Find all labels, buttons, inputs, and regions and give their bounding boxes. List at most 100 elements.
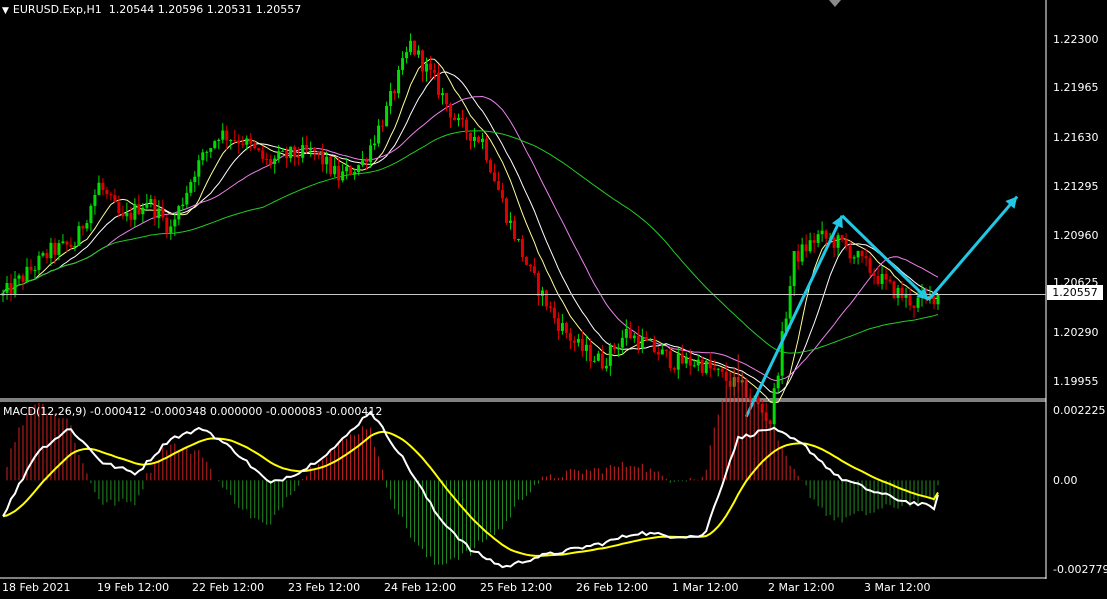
candle-body	[137, 204, 141, 215]
candle-body	[896, 287, 900, 299]
candle-body	[233, 140, 237, 142]
candle-body	[441, 93, 445, 96]
candle-body	[301, 144, 305, 158]
candle-body	[161, 208, 165, 218]
candle-body	[13, 278, 17, 294]
candle-body	[572, 340, 576, 343]
candle-body	[652, 339, 656, 352]
candle-body	[33, 269, 37, 271]
candle-body	[600, 353, 604, 369]
candle-body	[217, 139, 221, 142]
trading-chart[interactable]: ▼ EURUSD.Exp,H1 1.20544 1.20596 1.20531 1…	[0, 0, 1107, 599]
candle-body	[584, 344, 588, 351]
candle-body	[401, 58, 405, 70]
candle-body	[484, 138, 488, 161]
candle-body	[892, 281, 896, 299]
candle-body	[345, 166, 349, 172]
candle-body	[293, 146, 297, 157]
candle-body	[165, 217, 169, 233]
candle-body	[604, 365, 608, 369]
candle-body	[129, 212, 133, 220]
candle-body	[397, 69, 401, 94]
candle-body	[37, 255, 41, 270]
time-axis-tick: 24 Feb 12:00	[384, 581, 457, 594]
candle-body	[409, 40, 413, 53]
candle-body	[93, 194, 97, 206]
candle-body	[812, 240, 816, 243]
candle-body	[189, 181, 193, 193]
price-axis-tick: 1.19955	[1053, 375, 1099, 388]
candle-body	[852, 257, 856, 259]
candle-body	[5, 283, 9, 293]
candle-body	[389, 91, 393, 106]
candle-body	[157, 208, 161, 219]
moving-average-line	[2, 58, 939, 404]
candle-body	[536, 273, 540, 296]
candle-body	[337, 165, 341, 181]
candle-body	[173, 219, 177, 227]
candle-body	[361, 160, 365, 166]
candle-body	[492, 172, 496, 182]
dropdown-triangle-icon[interactable]: ▼	[2, 6, 9, 16]
candle-body	[544, 290, 548, 307]
candle-body	[273, 158, 277, 165]
candle-body	[289, 146, 293, 159]
candle-body	[341, 171, 345, 181]
candle-body	[696, 359, 700, 366]
candle-body	[117, 202, 121, 214]
candle-body	[45, 252, 49, 259]
candle-body	[788, 286, 792, 319]
candle-body	[640, 337, 644, 349]
time-axis-tick: 19 Feb 12:00	[97, 581, 170, 594]
candle-body	[241, 143, 245, 145]
candle-body	[41, 252, 45, 256]
chart-canvas[interactable]	[0, 0, 1107, 599]
time-axis-tick: 26 Feb 12:00	[576, 581, 649, 594]
candle-body	[249, 138, 253, 144]
candle-body	[17, 275, 21, 279]
candle-body	[684, 357, 688, 364]
macd-indicator-label: MACD(12,26,9) -0.000412 -0.000348 0.0000…	[3, 405, 383, 418]
price-axis-tick: 1.21630	[1053, 131, 1099, 144]
candle-body	[417, 50, 421, 55]
candle-body	[500, 189, 504, 199]
time-axis-tick: 3 Mar 12:00	[864, 581, 931, 594]
time-axis-tick: 22 Feb 12:00	[192, 581, 265, 594]
candle-body	[405, 52, 409, 59]
candle-body	[648, 339, 652, 341]
candle-body	[588, 344, 592, 362]
candle-body	[644, 337, 648, 341]
candle-body	[608, 345, 612, 366]
candle-body	[488, 160, 492, 173]
candle-body	[349, 166, 353, 175]
candle-body	[145, 202, 149, 208]
candle-body	[437, 72, 441, 96]
candle-body	[476, 136, 480, 143]
candle-body	[69, 244, 73, 247]
candle-body	[620, 337, 624, 348]
candle-body	[628, 328, 632, 339]
candle-body	[916, 297, 920, 308]
candle-body	[9, 283, 13, 294]
candle-body	[49, 242, 53, 259]
candle-body	[708, 360, 712, 369]
candle-body	[305, 144, 309, 151]
candle-body	[480, 138, 484, 143]
candle-body	[213, 141, 217, 149]
time-axis-tick: 1 Mar 12:00	[672, 581, 739, 594]
candle-body	[53, 242, 57, 255]
candle-body	[125, 212, 129, 217]
candle-body	[109, 194, 113, 196]
candle-body	[612, 345, 616, 350]
candle-body	[29, 266, 33, 271]
candle-body	[141, 207, 145, 215]
chart-shift-marker-icon[interactable]	[829, 0, 841, 7]
candle-body	[688, 357, 692, 366]
candle-body	[65, 241, 69, 245]
candle-body	[81, 226, 85, 229]
candle-body	[317, 151, 321, 153]
candle-body	[556, 318, 560, 331]
candle-body	[792, 251, 796, 287]
candle-body	[700, 359, 704, 373]
candle-body	[760, 404, 764, 413]
